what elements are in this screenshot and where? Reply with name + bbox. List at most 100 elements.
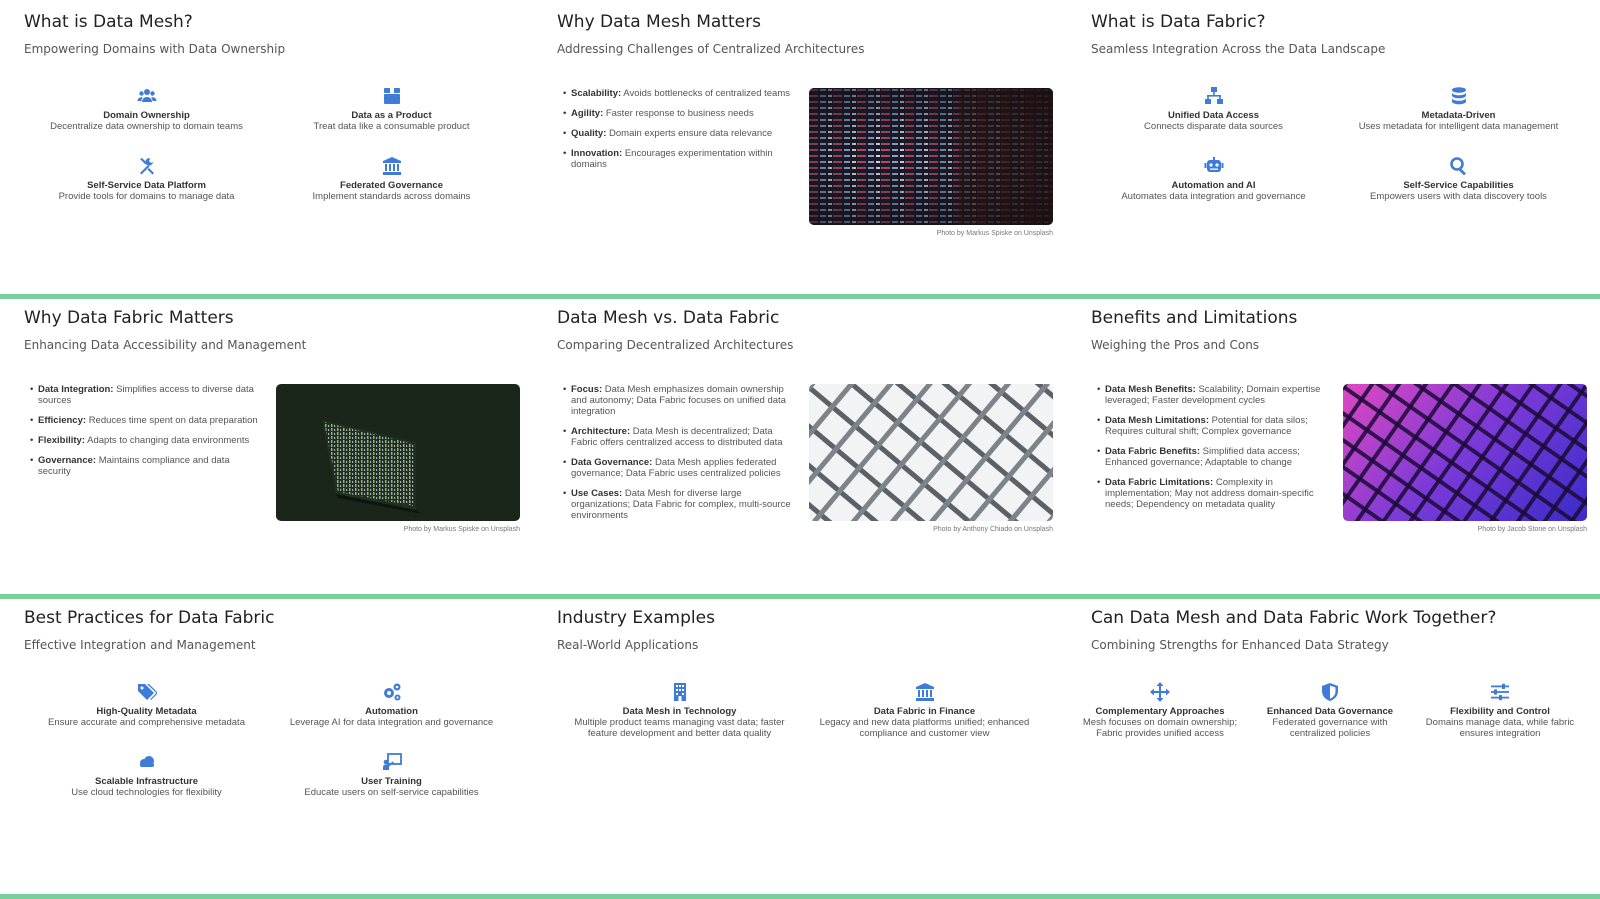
feature-item: Self-Service Capabilities Empowers users… bbox=[1336, 156, 1581, 216]
bullet-item: Agility: Faster response to business nee… bbox=[563, 108, 793, 119]
feature-title: Automation bbox=[365, 706, 418, 717]
feature-item: Complementary Approaches Mesh focuses on… bbox=[1075, 682, 1245, 742]
feature-desc: Automates data integration and governanc… bbox=[1121, 191, 1306, 202]
teacher-icon bbox=[382, 752, 402, 772]
bullet-list: Data Integration: Simplifies access to d… bbox=[30, 384, 260, 486]
feature-title: Data Fabric in Finance bbox=[873, 706, 976, 717]
search-icon bbox=[1449, 156, 1469, 176]
feature-desc: Provide tools for domains to manage data bbox=[58, 191, 235, 202]
feature-title: Metadata-Driven bbox=[1421, 110, 1496, 121]
bullet-item: Data Fabric Benefits: Simplified data ac… bbox=[1097, 446, 1327, 468]
feature-title: Domain Ownership bbox=[103, 110, 190, 121]
bullet-item: Data Mesh Limitations: Potential for dat… bbox=[1097, 415, 1327, 437]
slide-title: Best Practices for Data Fabric bbox=[24, 608, 275, 628]
slide-why-data-mesh-matters[interactable]: Why Data Mesh Matters Addressing Challen… bbox=[533, 0, 1067, 296]
feature-desc: Mesh focuses on domain ownership; Fabric… bbox=[1082, 717, 1238, 739]
photo-credit: Photo by Anthony Chiado on Unsplash bbox=[933, 526, 1053, 533]
feature-item: Self-Service Data Platform Provide tools… bbox=[24, 156, 269, 216]
feature-title: Scalable Infrastructure bbox=[95, 776, 198, 787]
users-icon bbox=[137, 86, 157, 106]
feature-desc: Leverage AI for data integration and gov… bbox=[289, 717, 494, 728]
bullet-item: Efficiency: Reduces time spent on data p… bbox=[30, 415, 260, 426]
feature-desc: Connects disparate data sources bbox=[1144, 121, 1283, 132]
bullet-item: Data Integration: Simplifies access to d… bbox=[30, 384, 260, 406]
bullet-item: Flexibility: Adapts to changing data env… bbox=[30, 435, 260, 446]
feature-desc: Empowers users with data discovery tools bbox=[1370, 191, 1547, 202]
row-separator bbox=[0, 294, 1600, 299]
slide-what-is-data-fabric[interactable]: What is Data Fabric? Seamless Integratio… bbox=[1067, 0, 1600, 296]
row-separator bbox=[0, 894, 1600, 899]
slide-subtitle: Real-World Applications bbox=[557, 638, 699, 652]
feature-title: Data Mesh in Technology bbox=[622, 706, 737, 717]
slide-benefits-limitations[interactable]: Benefits and Limitations Weighing the Pr… bbox=[1067, 296, 1600, 596]
slide-title: What is Data Mesh? bbox=[24, 12, 193, 32]
feature-desc: Treat data like a consumable product bbox=[313, 121, 470, 132]
slide-mesh-and-fabric-together[interactable]: Can Data Mesh and Data Fabric Work Toget… bbox=[1067, 596, 1600, 899]
code-photo bbox=[809, 88, 1053, 225]
feature-item: User Training Educate users on self-serv… bbox=[269, 752, 514, 812]
feature-item: Federated Governance Implement standards… bbox=[269, 156, 514, 216]
feature-item: Metadata-Driven Uses metadata for intell… bbox=[1336, 86, 1581, 146]
feature-desc: Federated governance with centralized po… bbox=[1272, 717, 1388, 739]
feature-title: Unified Data Access bbox=[1168, 110, 1259, 121]
feature-item: Automation and AI Automates data integra… bbox=[1091, 156, 1336, 216]
feature-grid: High-Quality Metadata Ensure accurate an… bbox=[24, 682, 514, 812]
building-icon bbox=[670, 682, 690, 702]
laptop-photo bbox=[276, 384, 520, 521]
sliders-icon bbox=[1490, 682, 1510, 702]
feature-title: Flexibility and Control bbox=[1450, 706, 1550, 717]
cloud-icon bbox=[137, 752, 157, 772]
feature-desc: Uses metadata for intelligent data manag… bbox=[1358, 121, 1559, 132]
tools-icon bbox=[137, 156, 157, 176]
feature-item: Data as a Product Treat data like a cons… bbox=[269, 86, 514, 146]
feature-title: Automation and AI bbox=[1171, 180, 1256, 191]
slide-why-data-fabric-matters[interactable]: Why Data Fabric Matters Enhancing Data A… bbox=[0, 296, 533, 596]
bullet-item: Quality: Domain experts ensure data rele… bbox=[563, 128, 793, 139]
feature-item: Domain Ownership Decentralize data owner… bbox=[24, 86, 269, 146]
bullet-item: Use Cases: Data Mesh for diverse large o… bbox=[563, 488, 793, 521]
photo-credit: Photo by Markus Spiske on Unsplash bbox=[403, 526, 520, 533]
slide-what-is-data-mesh[interactable]: What is Data Mesh? Empowering Domains wi… bbox=[0, 0, 533, 296]
bullet-list: Data Mesh Benefits: Scalability; Domain … bbox=[1097, 384, 1327, 519]
slide-title: Industry Examples bbox=[557, 608, 715, 628]
network-icon bbox=[1204, 86, 1224, 106]
slide-title: Why Data Fabric Matters bbox=[24, 308, 234, 328]
slide-best-practices[interactable]: Best Practices for Data Fabric Effective… bbox=[0, 596, 533, 899]
purple-lattice-photo bbox=[1343, 384, 1587, 521]
feature-grid: Unified Data Access Connects disparate d… bbox=[1091, 86, 1581, 216]
feature-desc: Implement standards across domains bbox=[312, 191, 471, 202]
database-icon bbox=[1449, 86, 1469, 106]
slide-subtitle: Addressing Challenges of Centralized Arc… bbox=[557, 42, 865, 56]
feature-item: Scalable Infrastructure Use cloud techno… bbox=[24, 752, 269, 812]
slide-subtitle: Combining Strengths for Enhanced Data St… bbox=[1091, 638, 1389, 652]
slide-title: Why Data Mesh Matters bbox=[557, 12, 761, 32]
photo-credit: Photo by Jacob Stone on Unsplash bbox=[1477, 526, 1587, 533]
feature-item: Flexibility and Control Domains manage d… bbox=[1415, 682, 1585, 742]
bullet-item: Data Mesh Benefits: Scalability; Domain … bbox=[1097, 384, 1327, 406]
slide-grid: What is Data Mesh? Empowering Domains wi… bbox=[0, 0, 1600, 899]
slide-title: Data Mesh vs. Data Fabric bbox=[557, 308, 780, 328]
slide-title: What is Data Fabric? bbox=[1091, 12, 1266, 32]
landmark-icon bbox=[382, 156, 402, 176]
arrows-icon bbox=[1150, 682, 1170, 702]
slide-mesh-vs-fabric[interactable]: Data Mesh vs. Data Fabric Comparing Dece… bbox=[533, 296, 1067, 596]
slide-subtitle: Effective Integration and Management bbox=[24, 638, 256, 652]
feature-title: Self-Service Capabilities bbox=[1403, 180, 1514, 191]
feature-item: Data Mesh in Technology Multiple product… bbox=[557, 682, 802, 742]
feature-desc: Domains manage data, while fabric ensure… bbox=[1425, 717, 1575, 739]
feature-title: User Training bbox=[361, 776, 422, 787]
bullet-list: Scalability: Avoids bottlenecks of centr… bbox=[563, 88, 793, 179]
feature-item: Enhanced Data Governance Federated gover… bbox=[1245, 682, 1415, 742]
box-icon bbox=[382, 86, 402, 106]
feature-title: Enhanced Data Governance bbox=[1266, 706, 1394, 717]
feature-title: High-Quality Metadata bbox=[96, 706, 197, 717]
slide-industry-examples[interactable]: Industry Examples Real-World Application… bbox=[533, 596, 1067, 899]
feature-grid: Complementary Approaches Mesh focuses on… bbox=[1075, 682, 1585, 742]
bullet-item: Architecture: Data Mesh is decentralized… bbox=[563, 426, 793, 448]
bullet-item: Data Governance: Data Mesh applies feder… bbox=[563, 457, 793, 479]
feature-desc: Multiple product teams managing vast dat… bbox=[574, 717, 785, 739]
slide-subtitle: Enhancing Data Accessibility and Managem… bbox=[24, 338, 307, 352]
bullet-item: Focus: Data Mesh emphasizes domain owner… bbox=[563, 384, 793, 417]
robot-icon bbox=[1204, 156, 1224, 176]
bullet-item: Scalability: Avoids bottlenecks of centr… bbox=[563, 88, 793, 99]
